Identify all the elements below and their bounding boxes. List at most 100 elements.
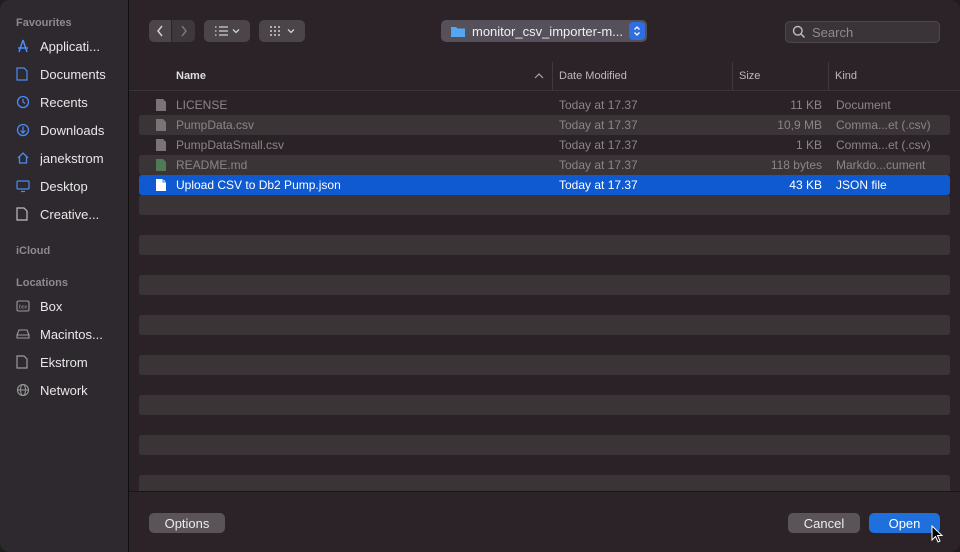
column-name-label: Name <box>176 70 206 82</box>
file-kind: Comma...et (.csv) <box>836 138 931 152</box>
svg-text:box: box <box>19 305 28 311</box>
empty-row <box>139 435 950 455</box>
file-row[interactable]: PumpData.csv Today at 17.37 10,9 MB Comm… <box>139 115 950 135</box>
file-date: Today at 17.37 <box>559 118 638 132</box>
sidebar-item-recents[interactable]: Recents <box>0 88 128 116</box>
column-size[interactable]: Size <box>732 62 825 90</box>
file-row[interactable]: PumpDataSmall.csv Today at 17.37 1 KB Co… <box>139 135 950 155</box>
sort-ascending-icon <box>534 73 544 79</box>
file-date: Today at 17.37 <box>559 98 638 112</box>
sidebar-section-locations: Locations <box>16 277 68 289</box>
back-button[interactable] <box>149 20 171 42</box>
open-button[interactable]: Open <box>869 513 940 533</box>
file-size: 43 KB <box>789 178 822 192</box>
csv-file-icon <box>156 139 166 151</box>
file-browser: monitor_csv_importer-m... Search Name Da… <box>129 0 960 552</box>
search-field[interactable]: Search <box>785 21 940 43</box>
empty-row <box>139 195 950 215</box>
sidebar-item-label: Applicati... <box>40 38 100 54</box>
sidebar-item-label: Desktop <box>40 178 88 194</box>
document-icon <box>16 207 40 221</box>
chevron-right-icon <box>180 25 187 37</box>
file-size: 10,9 MB <box>777 118 822 132</box>
sidebar-item-ekstrom[interactable]: Ekstrom <box>0 348 128 376</box>
file-size: 1 KB <box>795 138 822 152</box>
sidebar-item-desktop[interactable]: Desktop <box>0 172 128 200</box>
open-file-dialog: Favourites Applicati... Documents Recent… <box>0 0 960 552</box>
drive-icon: box <box>16 300 40 312</box>
file-name: PumpDataSmall.csv <box>176 138 285 152</box>
file-name: README.md <box>176 158 248 172</box>
empty-row <box>139 395 950 415</box>
file-row-selected[interactable]: Upload CSV to Db2 Pump.json Today at 17.… <box>139 175 950 195</box>
dialog-footer: Options Cancel Open <box>129 491 960 552</box>
file-date: Today at 17.37 <box>559 178 638 192</box>
sidebar-item-downloads[interactable]: Downloads <box>0 116 128 144</box>
path-popup-label: monitor_csv_importer-m... <box>472 23 623 39</box>
sidebar-item-label: Documents <box>40 66 106 82</box>
list-view-icon <box>215 26 240 36</box>
file-date: Today at 17.37 <box>559 158 638 172</box>
sidebar-item-label: Macintos... <box>40 326 103 342</box>
empty-row <box>139 235 950 255</box>
empty-row <box>139 315 950 335</box>
chevron-updown-icon <box>634 26 640 36</box>
sidebar-item-macintosh[interactable]: Macintos... <box>0 320 128 348</box>
sidebar-item-label: Downloads <box>40 122 105 138</box>
file-kind: Markdo...cument <box>836 158 926 172</box>
sidebar-item-label: janekstrom <box>40 150 104 166</box>
column-header: Name Date Modified Size Kind <box>129 62 960 91</box>
cancel-button[interactable]: Cancel <box>788 513 860 533</box>
file-kind: Document <box>836 98 891 112</box>
file-date: Today at 17.37 <box>559 138 638 152</box>
file-size: 11 KB <box>790 98 822 112</box>
desktop-icon <box>16 179 40 193</box>
sidebar-item-label: Box <box>40 298 63 314</box>
file-name: Upload CSV to Db2 Pump.json <box>176 178 341 192</box>
sidebar-section-icloud[interactable]: iCloud <box>16 245 50 257</box>
column-name[interactable]: Name <box>176 62 546 90</box>
search-icon <box>792 25 806 39</box>
sidebar-item-label: Ekstrom <box>40 354 88 370</box>
file-kind: JSON file <box>836 178 887 192</box>
options-button[interactable]: Options <box>149 513 225 533</box>
path-popup[interactable]: monitor_csv_importer-m... <box>441 20 647 42</box>
json-file-icon <box>156 179 166 191</box>
sidebar-item-network[interactable]: Network <box>0 376 128 404</box>
sidebar-item-label: Recents <box>40 94 88 110</box>
file-size: 118 bytes <box>770 158 822 172</box>
file-name: PumpData.csv <box>176 118 255 132</box>
sidebar-item-creative[interactable]: Creative... <box>0 200 128 228</box>
file-icon <box>156 99 166 111</box>
sidebar-item-box[interactable]: box Box <box>0 292 128 320</box>
home-icon <box>16 151 40 165</box>
empty-row <box>139 355 950 375</box>
file-row[interactable]: README.md Today at 17.37 118 bytes Markd… <box>139 155 950 175</box>
sidebar-section-favourites: Favourites <box>16 17 72 29</box>
group-view-button[interactable] <box>259 20 305 42</box>
popup-stepper <box>629 22 645 40</box>
column-size-label: Size <box>739 70 761 82</box>
markdown-file-icon <box>156 159 166 171</box>
grid-view-icon <box>270 26 295 36</box>
forward-button[interactable] <box>172 20 195 42</box>
nav-buttons <box>149 20 195 42</box>
sidebar-item-documents[interactable]: Documents <box>0 60 128 88</box>
document-icon <box>16 355 40 369</box>
file-row[interactable]: LICENSE Today at 17.37 11 KB Document <box>139 95 950 115</box>
chevron-left-icon <box>157 25 163 37</box>
csv-file-icon <box>156 119 166 131</box>
clock-icon <box>16 95 40 109</box>
sidebar-item-home[interactable]: janekstrom <box>0 144 128 172</box>
search-placeholder: Search <box>812 24 854 40</box>
sidebar: Favourites Applicati... Documents Recent… <box>0 0 129 552</box>
list-view-button[interactable] <box>204 20 250 42</box>
sidebar-item-applications[interactable]: Applicati... <box>0 32 128 60</box>
mouse-cursor-icon <box>931 525 944 543</box>
downloads-icon <box>16 123 40 137</box>
sidebar-item-label: Network <box>40 382 88 398</box>
file-name: LICENSE <box>176 98 228 112</box>
column-kind[interactable]: Kind <box>828 62 955 90</box>
column-date-modified[interactable]: Date Modified <box>552 62 729 90</box>
file-kind: Comma...et (.csv) <box>836 118 931 132</box>
